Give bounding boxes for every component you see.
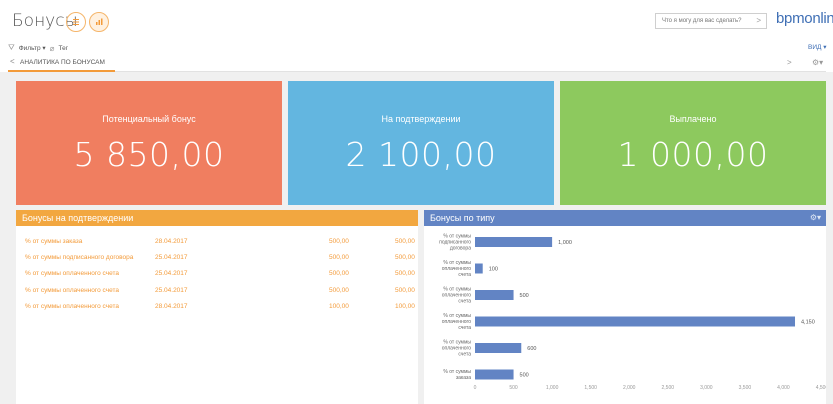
x-tick-label: 2,000 (623, 385, 636, 391)
dashboard-settings-gear-icon[interactable]: ⚙▾ (812, 58, 823, 67)
bonus-type[interactable]: % от суммы оплаченного счета (25, 287, 119, 294)
list-item[interactable]: % от суммы оплаченного счета 28.04.2017 … (25, 303, 417, 313)
bonus-type[interactable]: % от суммы оплаченного счета (25, 303, 119, 310)
panel-title: Бонусы на подтверждении (16, 210, 418, 226)
tile-value: 5 850,00 (73, 135, 225, 174)
tab-label: АНАЛИТИКА ПО БОНУСАМ (20, 59, 105, 66)
bar[interactable] (475, 263, 483, 274)
pending-bonuses-panel: Бонусы на подтверждении % от суммы заказ… (16, 210, 418, 404)
panel-title: Бонусы по типу ⚙▾ (424, 210, 826, 226)
x-tick-label: 4,500 (816, 385, 826, 391)
bonus-amount: 500,00 (329, 254, 349, 261)
x-tick-label: 1,000 (546, 385, 559, 391)
bonus-total: 500,00 (395, 270, 415, 277)
paid-tile: Выплачено 1 000,00 (560, 81, 826, 205)
bonus-date: 25.04.2017 (155, 287, 188, 294)
funnel-icon[interactable]: ⛛ (8, 43, 15, 53)
bonus-type[interactable]: % от суммы подписанного договора (25, 254, 133, 261)
bonus-amount: 500,00 (329, 238, 349, 245)
bonus-type[interactable]: % от суммы оплаченного счета (25, 270, 119, 277)
brand-logo: bpmonline (776, 10, 833, 27)
bonus-amount: 500,00 (329, 270, 349, 277)
x-tick-label: 3,500 (739, 385, 752, 391)
bonus-total: 500,00 (395, 238, 415, 245)
bonuses-by-type-chart: 1,000 % от суммы подписанного договора 100 % … (439, 234, 826, 392)
data-label: 500 (520, 373, 529, 379)
list-item[interactable]: % от суммы оплаченного счета 25.04.2017 … (25, 270, 417, 280)
category-label: % от суммы заказа (443, 369, 471, 381)
list-view-button[interactable] (66, 12, 86, 32)
chevron-right-icon[interactable]: > (787, 58, 792, 67)
bonus-total: 100,00 (395, 303, 415, 310)
view-menu-button[interactable]: ВИД ▾ (808, 43, 826, 51)
pending-approval-tile: На подтверждении 2 100,00 (288, 81, 554, 205)
panel-title-text: Бонусы по типу (430, 213, 495, 223)
bonus-total: 500,00 (395, 287, 415, 294)
category-label: % от суммы оплаченного счета (442, 287, 472, 305)
bonus-total: 500,00 (395, 254, 415, 261)
category-label: % от суммы оплаченного счета (442, 260, 472, 278)
filter-bar: ⛛ Фильтр ▾ ⌀ Тег (8, 43, 68, 53)
x-tick-label: 4,000 (777, 385, 790, 391)
bonus-type[interactable]: % от суммы заказа (25, 238, 82, 245)
category-label: % от суммы оплаченного счета (442, 313, 472, 331)
tile-caption: На подтверждении (381, 114, 461, 124)
command-line-placeholder: Что я могу для вас сделать? (662, 18, 742, 24)
data-label: 500 (520, 293, 529, 299)
chart-settings-gear-icon[interactable]: ⚙▾ (810, 210, 821, 226)
tile-value: 1 000,00 (617, 135, 769, 174)
command-line-input[interactable]: Что я могу для вас сделать? > (655, 13, 767, 29)
category-label: % от суммы подписанного договора (439, 234, 471, 252)
x-tick-label: 500 (509, 385, 518, 391)
list-item[interactable]: % от суммы подписанного договора 25.04.2… (25, 254, 417, 264)
bonus-date: 25.04.2017 (155, 254, 188, 261)
bonuses-by-type-panel: Бонусы по типу ⚙▾ 1,000 % от суммы подписа… (424, 210, 826, 404)
command-arrow-icon[interactable]: > (756, 14, 761, 28)
tile-caption: Потенциальный бонус (102, 114, 196, 124)
bar[interactable] (475, 237, 553, 247)
bonus-date: 25.04.2017 (155, 270, 188, 277)
bonus-amount: 100,00 (329, 303, 349, 310)
x-tick-label: 3,000 (700, 385, 713, 391)
list-item[interactable]: % от суммы оплаченного счета 25.04.2017 … (25, 287, 417, 297)
data-label: 1,000 (558, 240, 572, 246)
bonus-date: 28.04.2017 (155, 303, 188, 310)
data-label: 100 (489, 267, 498, 273)
tile-caption: Выплачено (669, 114, 717, 124)
bar[interactable] (475, 290, 514, 300)
potential-bonus-tile: Потенциальный бонус 5 850,00 (16, 81, 282, 205)
bonus-date: 28.04.2017 (155, 238, 188, 245)
data-label: 600 (527, 346, 536, 352)
bar[interactable] (475, 369, 514, 380)
x-tick-label: 1,500 (584, 385, 597, 391)
bonus-amount: 500,00 (329, 287, 349, 294)
bar[interactable] (475, 316, 796, 327)
bar-chart-icon (96, 18, 103, 25)
x-tick-label: 0 (474, 385, 477, 391)
tile-value: 2 100,00 (345, 135, 497, 174)
list-icon (73, 19, 79, 25)
chevron-left-icon[interactable]: < (10, 57, 15, 67)
tab-bonus-analytics[interactable]: < АНАЛИТИКА ПО БОНУСАМ (8, 57, 115, 72)
bar[interactable] (475, 343, 522, 353)
tag-button[interactable]: Тег (58, 45, 68, 52)
analytics-tab-bar: < АНАЛИТИКА ПО БОНУСАМ (8, 57, 826, 72)
tag-icon[interactable]: ⌀ (50, 44, 55, 53)
list-item[interactable]: % от суммы заказа 28.04.2017 500,00 500,… (25, 238, 417, 248)
category-label: % от суммы оплаченного счета (442, 340, 472, 358)
x-tick-label: 2,500 (662, 385, 675, 391)
analytics-view-button[interactable] (89, 12, 109, 32)
data-label: 4,150 (801, 320, 815, 326)
filter-button[interactable]: Фильтр ▾ (19, 44, 46, 52)
